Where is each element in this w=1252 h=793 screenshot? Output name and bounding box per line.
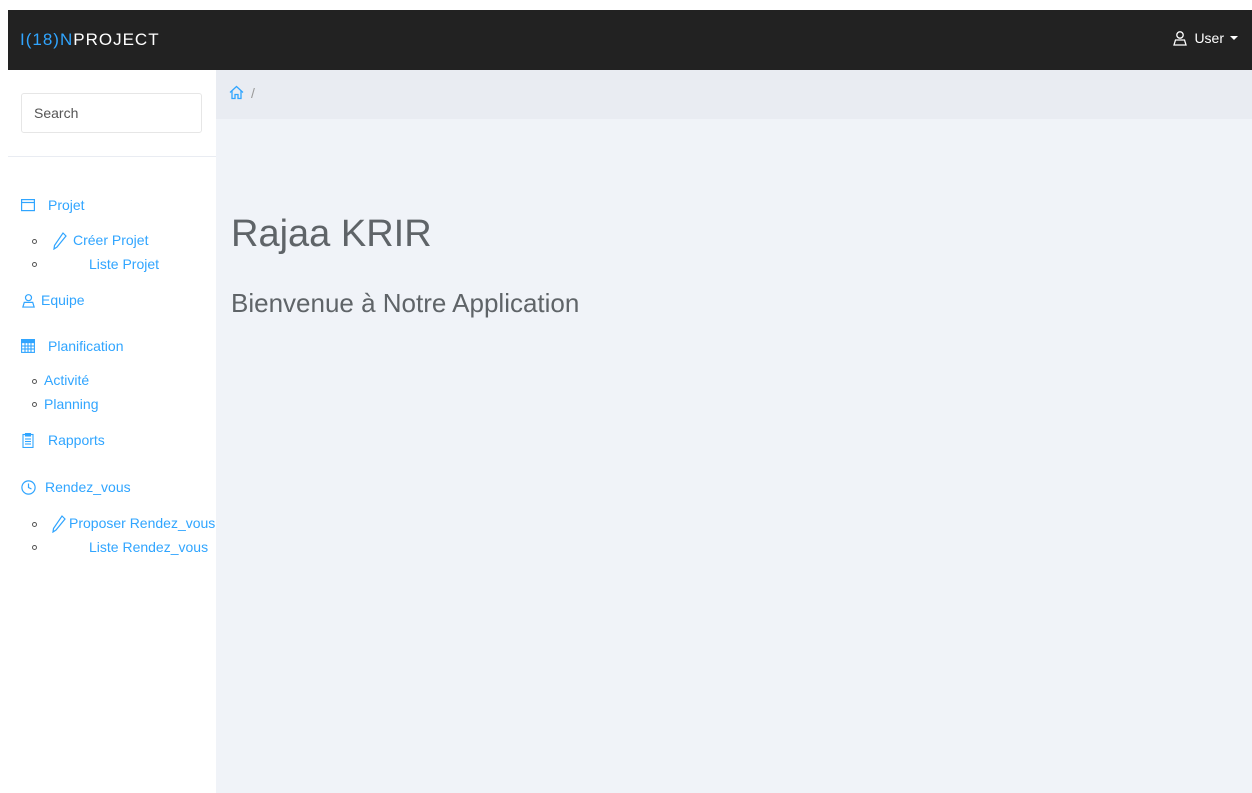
page-title: Rajaa KRIR [231, 213, 432, 255]
bullet-icon [32, 262, 37, 267]
sidebar-item-rendez-vous[interactable]: Rendez_vous [21, 479, 131, 495]
home-icon[interactable] [229, 85, 244, 105]
bullet-icon [32, 402, 37, 407]
sidebar-item-projet-label: Projet [48, 197, 85, 213]
page-subtitle: Bienvenue à Notre Application [231, 288, 580, 318]
sidebar-subitem-liste-rendez-vous-label: Liste Rendez_vous [89, 539, 209, 555]
sidebar-subitem-proposer-rendez-vous[interactable]: Proposer Rendez_vous [69, 515, 215, 531]
sidebar: Projet Créer Projet Liste Projet Equipe … [8, 70, 216, 793]
sidebar-subitem-liste-rendez-vous[interactable]: Liste Rendez_vous [89, 539, 208, 555]
pencil-icon [53, 232, 67, 255]
sidebar-subitem-proposer-rendez-vous-label: Proposer Rendez_vous [69, 515, 216, 531]
sidebar-subitem-planning-label: Planning [44, 396, 99, 412]
sidebar-subitem-creer-projet[interactable]: Créer Projet [73, 232, 148, 248]
window-icon [21, 198, 36, 212]
breadcrumb: / [216, 70, 1252, 119]
sidebar-subitem-liste-projet-label: Liste Projet [89, 256, 160, 272]
top-strip [0, 0, 1252, 10]
sidebar-subitem-activite[interactable]: Activité [44, 372, 89, 388]
sidebar-item-planification-label: Planification [48, 338, 124, 354]
user-icon [1172, 30, 1188, 46]
brand-suffix: PROJECT [73, 30, 160, 49]
pencil-icon [52, 515, 66, 538]
sidebar-item-rendez-vous-label: Rendez_vous [45, 479, 131, 495]
sidebar-item-planification[interactable]: Planification [21, 338, 124, 354]
clock-icon [21, 480, 36, 495]
breadcrumb-separator: / [251, 85, 255, 101]
sidebar-item-rapports[interactable]: Rapports [21, 432, 105, 449]
sidebar-item-equipe[interactable]: Equipe [21, 292, 85, 308]
bullet-icon [32, 239, 37, 244]
bullet-icon [32, 522, 37, 527]
calendar-icon [21, 339, 35, 353]
user-menu[interactable]: User [1172, 30, 1238, 46]
sidebar-subitem-activite-label: Activité [44, 372, 90, 388]
bullet-icon [32, 545, 37, 550]
user-menu-label: User [1194, 30, 1224, 46]
caret-down-icon [1230, 35, 1238, 41]
sidebar-subitem-creer-projet-label: Créer Projet [73, 232, 149, 248]
top-navbar: I(18)NPROJECT User [8, 10, 1252, 70]
brand-prefix: I(18)N [20, 30, 74, 49]
clipboard-icon [21, 432, 35, 449]
sidebar-subitem-liste-projet[interactable]: Liste Projet [89, 256, 159, 272]
sidebar-item-equipe-label: Equipe [41, 292, 85, 308]
sidebar-divider [8, 156, 216, 157]
main-content: / Rajaa KRIR Bienvenue à Notre Applicati… [216, 70, 1252, 793]
user-icon [21, 293, 35, 308]
bullet-icon [32, 379, 37, 384]
sidebar-item-projet[interactable]: Projet [21, 197, 85, 213]
sidebar-item-rapports-label: Rapports [48, 432, 105, 448]
brand-logo[interactable]: I(18)NPROJECT [20, 30, 160, 50]
sidebar-subitem-planning[interactable]: Planning [44, 396, 99, 412]
search-input[interactable] [21, 93, 202, 133]
